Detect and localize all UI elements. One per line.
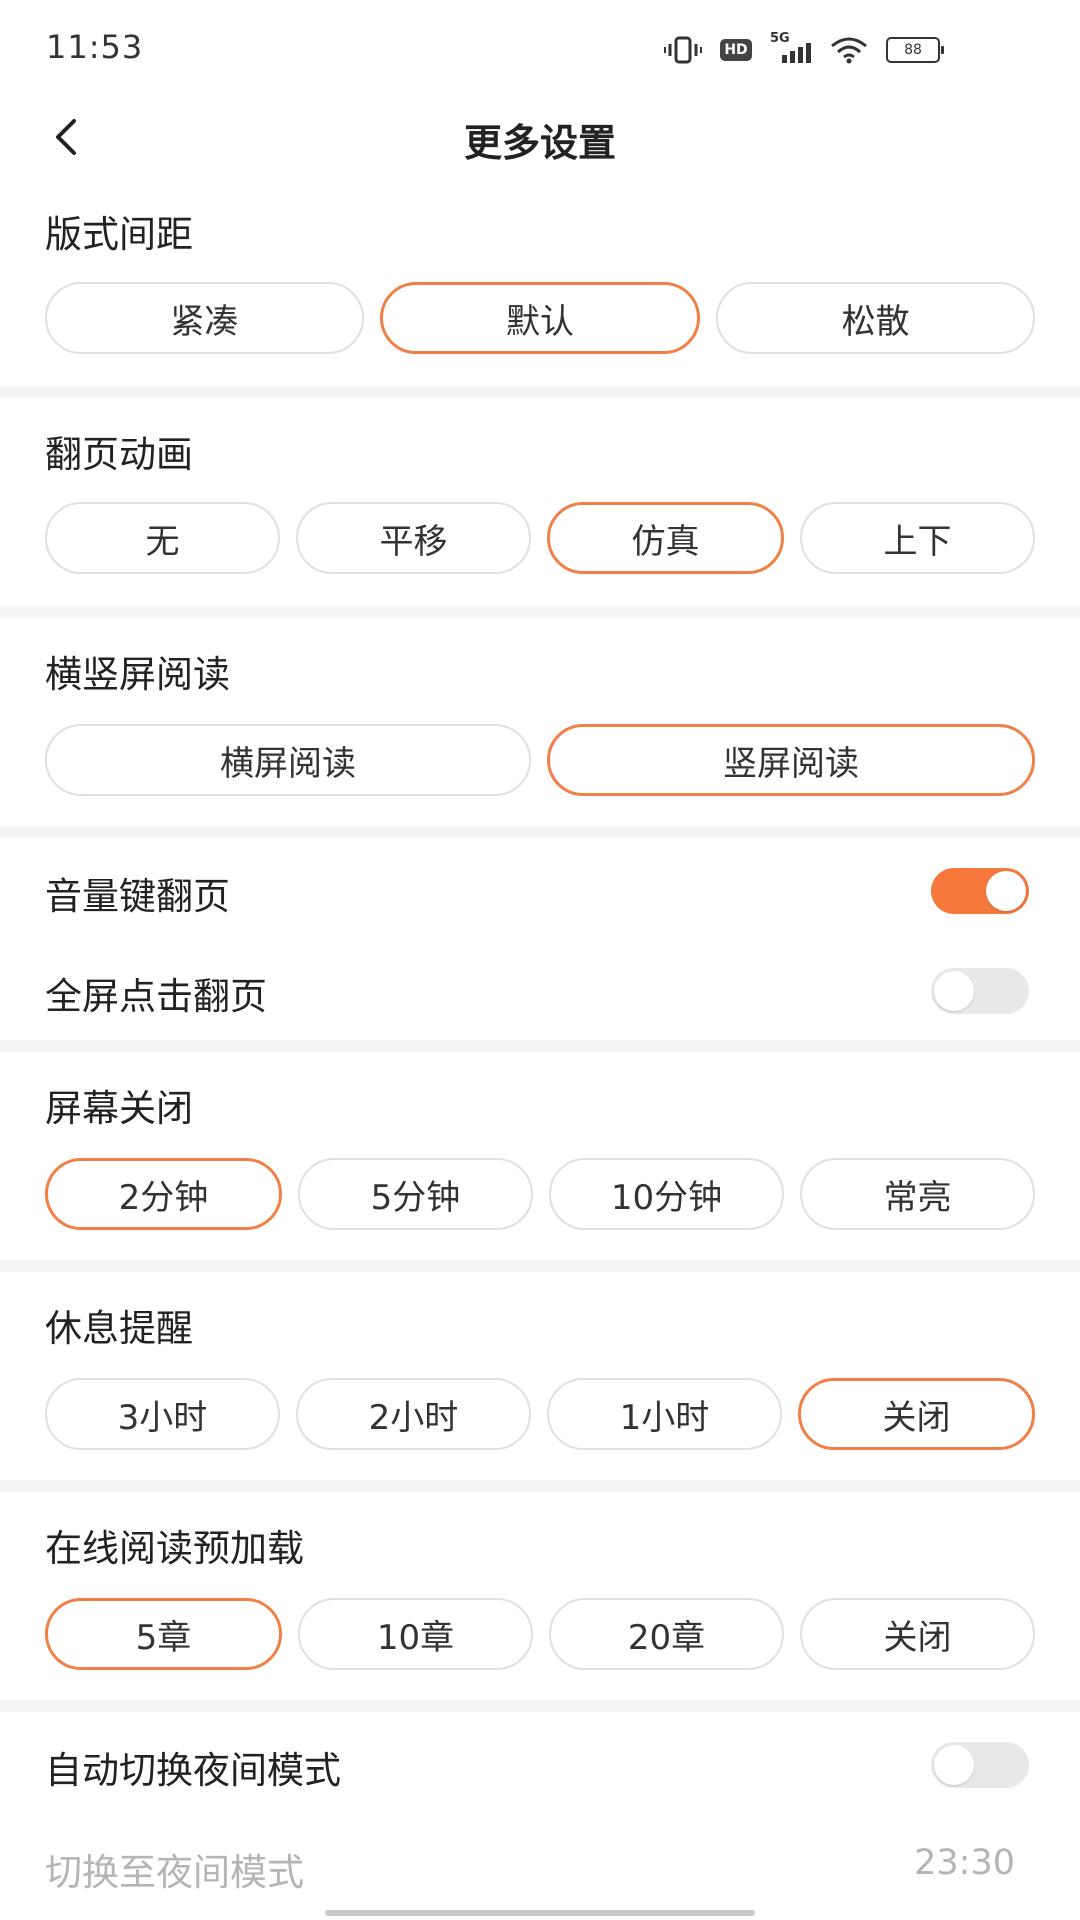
section-divider <box>0 606 1080 618</box>
preload-option[interactable]: 10章 <box>298 1598 533 1670</box>
rest-reminder-option[interactable]: 关闭 <box>798 1378 1035 1450</box>
rest-reminder-section: 休息提醒 3小时 2小时 1小时 关闭 <box>0 1272 1080 1480</box>
section-divider <box>0 1040 1080 1052</box>
section-divider <box>0 386 1080 398</box>
preload-options: 5章 10章 20章 关闭 <box>45 1598 1035 1670</box>
battery-icon: 88 <box>886 37 944 63</box>
fullscreen-tap-page-label: 全屏点击翻页 <box>45 975 267 1018</box>
status-bar: 11:53 HD 5G 88 <box>0 0 1080 96</box>
screen-off-option[interactable]: 10分钟 <box>549 1158 784 1230</box>
page-animation-section: 翻页动画 无 平移 仿真 上下 <box>0 398 1080 606</box>
section-divider <box>0 1480 1080 1492</box>
layout-spacing-section: 版式间距 紧凑 默认 松散 <box>0 178 1080 386</box>
page-animation-option[interactable]: 上下 <box>800 502 1035 574</box>
page-animation-title: 翻页动画 <box>45 433 193 476</box>
auto-night-mode-label: 自动切换夜间模式 <box>45 1749 341 1792</box>
network-label: 5G <box>770 31 790 46</box>
layout-spacing-title: 版式间距 <box>45 213 193 256</box>
screen-off-option[interactable]: 5分钟 <box>298 1158 533 1230</box>
toggle-knob <box>986 871 1026 911</box>
screen-off-title: 屏幕关闭 <box>45 1087 193 1130</box>
section-divider <box>0 1260 1080 1272</box>
night-mode-time-value[interactable]: 23:30 <box>914 1843 1015 1883</box>
preload-title: 在线阅读预加载 <box>45 1527 304 1570</box>
toggle-knob <box>934 971 974 1011</box>
wifi-icon <box>830 36 868 64</box>
screen-off-option[interactable]: 常亮 <box>800 1158 1035 1230</box>
auto-night-mode-toggle[interactable] <box>931 1742 1029 1788</box>
fullscreen-tap-page-toggle[interactable] <box>931 968 1029 1014</box>
orientation-title: 横竖屏阅读 <box>45 653 230 696</box>
toggle-knob <box>934 1745 974 1785</box>
preload-option[interactable]: 20章 <box>549 1598 784 1670</box>
rest-reminder-options: 3小时 2小时 1小时 关闭 <box>45 1378 1035 1450</box>
rest-reminder-option[interactable]: 2小时 <box>296 1378 531 1450</box>
rest-reminder-option[interactable]: 3小时 <box>45 1378 280 1450</box>
5g-signal-icon: 5G <box>770 31 812 65</box>
orientation-options: 横屏阅读 竖屏阅读 <box>45 724 1035 796</box>
volume-key-page-label: 音量键翻页 <box>45 875 230 918</box>
layout-spacing-option[interactable]: 松散 <box>716 282 1036 354</box>
status-icons: HD 5G 88 <box>664 30 944 70</box>
orientation-option[interactable]: 竖屏阅读 <box>547 724 1035 796</box>
orientation-option[interactable]: 横屏阅读 <box>45 724 531 796</box>
orientation-section: 横竖屏阅读 横屏阅读 竖屏阅读 <box>0 618 1080 826</box>
page-animation-option[interactable]: 平移 <box>296 502 531 574</box>
rest-reminder-title: 休息提醒 <box>45 1307 193 1350</box>
page-animation-options: 无 平移 仿真 上下 <box>45 502 1035 574</box>
layout-spacing-option[interactable]: 紧凑 <box>45 282 364 354</box>
volume-key-page-toggle[interactable] <box>931 868 1029 914</box>
volume-key-page-row: 音量键翻页 <box>45 850 1035 930</box>
preload-section: 在线阅读预加载 5章 10章 20章 关闭 <box>0 1492 1080 1700</box>
vibrate-icon <box>664 36 702 64</box>
rest-reminder-option[interactable]: 1小时 <box>547 1378 782 1450</box>
hd-icon: HD <box>720 39 752 61</box>
status-time: 11:53 <box>46 28 144 66</box>
auto-night-mode-row: 自动切换夜间模式 <box>45 1724 1035 1804</box>
home-indicator <box>325 1910 755 1916</box>
section-divider <box>0 1700 1080 1712</box>
preload-option[interactable]: 关闭 <box>800 1598 1035 1670</box>
section-divider <box>0 826 1080 838</box>
preload-option[interactable]: 5章 <box>45 1598 282 1670</box>
screen-off-option[interactable]: 2分钟 <box>45 1158 282 1230</box>
fullscreen-tap-page-row: 全屏点击翻页 <box>45 950 1035 1030</box>
layout-spacing-options: 紧凑 默认 松散 <box>45 282 1036 354</box>
page-animation-option[interactable]: 仿真 <box>547 502 784 574</box>
night-mode-time-label: 切换至夜间模式 <box>45 1851 304 1894</box>
header-bar: 更多设置 <box>0 96 1080 179</box>
layout-spacing-option[interactable]: 默认 <box>379 282 701 354</box>
page-title: 更多设置 <box>463 121 616 165</box>
screen-off-section: 屏幕关闭 2分钟 5分钟 10分钟 常亮 <box>0 1052 1080 1260</box>
page-animation-option[interactable]: 无 <box>45 502 280 574</box>
screen-off-options: 2分钟 5分钟 10分钟 常亮 <box>45 1158 1035 1230</box>
